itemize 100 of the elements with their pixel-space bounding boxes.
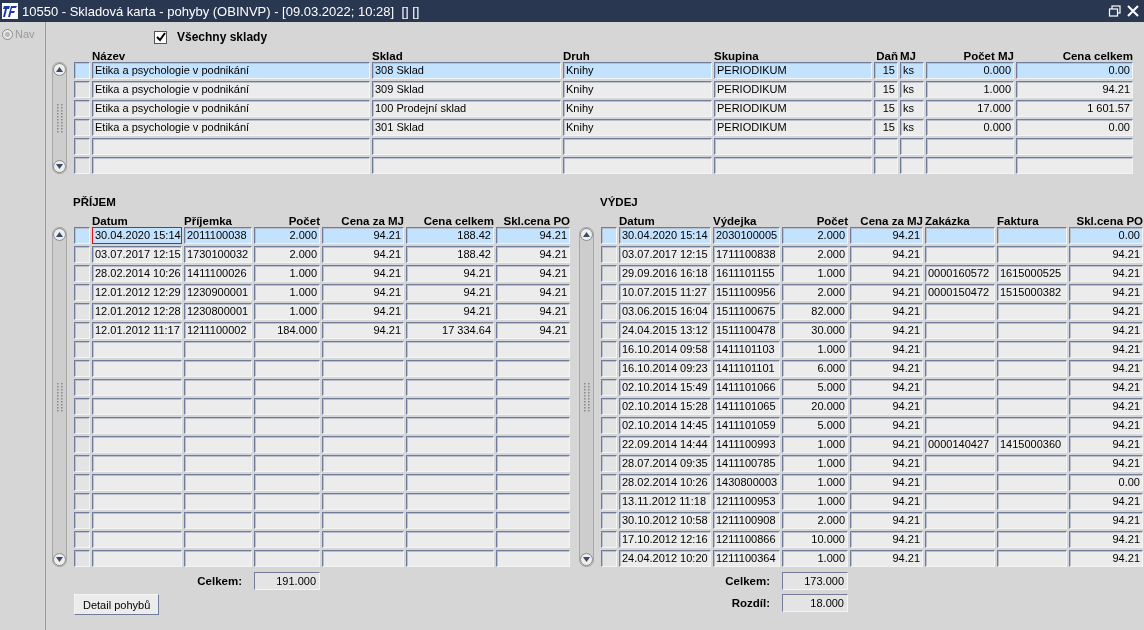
window-title: 10550 - Skladová karta - pohyby (OBINVP) - [09.03.2022; 10:28] [] [] <box>22 3 421 19</box>
table-cell <box>900 138 924 155</box>
row-selector[interactable] <box>74 138 90 155</box>
row-selector[interactable] <box>74 379 90 396</box>
table-cell: 94.21 <box>850 322 923 339</box>
table-cell: 10.000 <box>782 531 848 548</box>
row-selector[interactable] <box>74 227 90 244</box>
row-selector[interactable] <box>601 493 617 510</box>
difference-label: Rozdíl: <box>730 597 771 609</box>
table-cell <box>925 398 995 415</box>
scrollbar[interactable] <box>52 227 67 567</box>
restore-icon[interactable] <box>1108 4 1122 18</box>
table-cell <box>184 493 252 510</box>
row-selector[interactable] <box>74 119 90 136</box>
difference-field: 18.000 <box>782 594 848 612</box>
table-cell: 1.000 <box>926 81 1014 98</box>
row-selector[interactable] <box>74 246 90 263</box>
row-selector[interactable] <box>601 227 617 244</box>
table-cell: 0.000 <box>926 119 1014 136</box>
row-selector[interactable] <box>74 455 90 472</box>
row-selector[interactable] <box>601 379 617 396</box>
row-selector[interactable] <box>74 436 90 453</box>
row-selector[interactable] <box>74 100 90 117</box>
scroll-up-button[interactable] <box>53 228 66 241</box>
table-cell: 94.21 <box>1069 550 1143 567</box>
scroll-up-button[interactable] <box>580 228 593 241</box>
row-selector[interactable] <box>74 81 90 98</box>
table-cell: 0.00 <box>1069 474 1143 491</box>
table-cell: 0.00 <box>1069 227 1143 244</box>
row-selector[interactable] <box>74 474 90 491</box>
row-selector[interactable] <box>601 246 617 263</box>
table-cell: 30.04.2020 15:14 <box>92 227 182 244</box>
row-selector[interactable] <box>601 436 617 453</box>
scrollbar[interactable] <box>579 227 594 567</box>
row-selector[interactable] <box>74 341 90 358</box>
scroll-down-button[interactable] <box>53 553 66 566</box>
row-selector[interactable] <box>601 512 617 529</box>
detail-button[interactable]: Detail pohybů <box>74 594 160 615</box>
scroll-down-button[interactable] <box>580 553 593 566</box>
table-cell <box>184 417 252 434</box>
table-cell: 1211100908 <box>713 512 780 529</box>
table-cell: Knihy <box>563 100 712 117</box>
row-selector[interactable] <box>601 455 617 472</box>
up-arrow-icon <box>583 232 590 237</box>
row-selector[interactable] <box>74 322 90 339</box>
table-cell <box>184 455 252 472</box>
row-selector[interactable] <box>74 303 90 320</box>
row-selector[interactable] <box>601 474 617 491</box>
table-cell: 0000150472 <box>925 284 995 301</box>
column-header: Cena celkem <box>422 215 494 227</box>
row-selector[interactable] <box>601 303 617 320</box>
row-selector[interactable] <box>74 493 90 510</box>
table-cell <box>997 341 1067 358</box>
down-arrow-icon <box>56 557 63 562</box>
row-selector[interactable] <box>74 265 90 282</box>
table-cell: 1.000 <box>782 474 848 491</box>
table-cell: 1430800003 <box>713 474 780 491</box>
table-cell: 94.21 <box>1069 436 1143 453</box>
row-selector[interactable] <box>74 417 90 434</box>
table-cell: PERIODIKUM <box>714 81 872 98</box>
row-selector[interactable] <box>601 265 617 282</box>
row-selector[interactable] <box>74 157 90 174</box>
row-selector[interactable] <box>74 62 90 79</box>
checkbox[interactable] <box>154 30 167 44</box>
row-selector[interactable] <box>74 398 90 415</box>
row-selector[interactable] <box>601 417 617 434</box>
table-cell <box>184 341 252 358</box>
row-selector[interactable] <box>74 531 90 548</box>
row-selector[interactable] <box>74 550 90 567</box>
table-cell: Etika a psychologie v podnikání <box>92 119 370 136</box>
scrollbar[interactable] <box>52 62 67 174</box>
table-cell: 1.000 <box>254 303 320 320</box>
table-cell <box>184 512 252 529</box>
scroll-down-button[interactable] <box>53 160 66 173</box>
table-cell: 94.21 <box>850 398 923 415</box>
table-cell: 0.00 <box>1016 119 1133 136</box>
table-cell: 94.21 <box>1069 284 1143 301</box>
row-selector[interactable] <box>74 284 90 301</box>
table-cell: 1230900001 <box>184 284 252 301</box>
scroll-up-button[interactable] <box>53 63 66 76</box>
row-selector[interactable] <box>601 550 617 567</box>
row-selector[interactable] <box>601 284 617 301</box>
row-selector[interactable] <box>74 360 90 377</box>
total-label: Celkem: <box>724 575 771 587</box>
row-selector[interactable] <box>601 360 617 377</box>
table-cell: 94.21 <box>322 265 404 282</box>
row-selector[interactable] <box>74 512 90 529</box>
table-cell: 1711100838 <box>713 246 780 263</box>
table-cell: 1411101103 <box>713 341 780 358</box>
close-icon[interactable] <box>1126 4 1140 18</box>
table-cell: 2.000 <box>782 284 848 301</box>
row-selector[interactable] <box>601 322 617 339</box>
row-selector[interactable] <box>601 398 617 415</box>
table-cell: PERIODIKUM <box>714 100 872 117</box>
row-selector[interactable] <box>601 531 617 548</box>
row-selector[interactable] <box>601 341 617 358</box>
table-cell: 1.000 <box>782 341 848 358</box>
table-cell: 94.21 <box>322 284 404 301</box>
table-cell <box>184 436 252 453</box>
table-cell: 94.21 <box>1069 246 1143 263</box>
